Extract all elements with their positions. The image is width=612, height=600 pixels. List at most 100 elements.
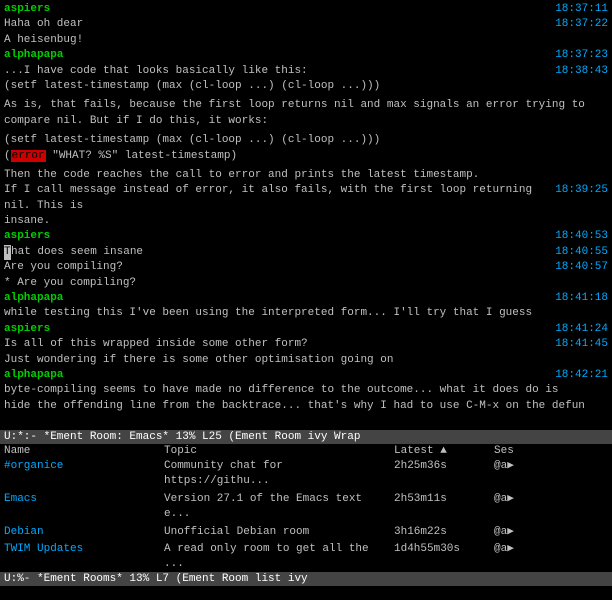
cursor: T [4, 245, 11, 260]
chat-line: 18:37:11 aspiers [4, 2, 608, 17]
room-latest: 1d4h55m30s [394, 542, 494, 572]
chat-line: 18:42:21 alphapapa [4, 368, 608, 383]
author-name: aspiers [4, 230, 50, 242]
chat-line: 18:37:23 alphapapa [4, 48, 608, 63]
chat-text: That does seem insane [4, 246, 143, 258]
chat-line: while testing this I've been using the i… [4, 306, 608, 321]
room-name-link[interactable]: Emacs [4, 493, 37, 505]
timestamp: 18:42:21 [555, 368, 608, 383]
chat-line: 18:40:57 Are you compiling? [4, 260, 608, 275]
author-name: alphapapa [4, 369, 63, 381]
author-name: alphapapa [4, 292, 63, 304]
chat-line: 18:41:45 Is all of this wrapped inside s… [4, 337, 608, 352]
chat-line: As is, that fails, because the first loo… [4, 98, 608, 113]
room-name-link[interactable]: #organice [4, 460, 63, 472]
room-session: @a▶ [494, 542, 534, 572]
timestamp: 18:40:53 [555, 229, 608, 244]
room-name-link[interactable]: Debian [4, 526, 44, 538]
header-latest: Latest ▲ [394, 445, 494, 457]
chat-line: (error "WHAT? %S" latest-timestamp) [4, 149, 608, 164]
room-latest: 2h25m36s [394, 459, 494, 490]
room-name-link[interactable]: TWIM Updates [4, 543, 83, 555]
chat-text: Is all of this wrapped inside some other… [4, 338, 308, 350]
chat-status-text: U:*:- *Ement Room: Emacs* 13% L25 (Ement… [4, 431, 360, 443]
code-text: (setf latest-timestamp (max (cl-loop ...… [4, 80, 380, 92]
chat-text: while testing this I've been using the i… [4, 307, 532, 319]
chat-line: hide the offending line from the backtra… [4, 399, 608, 414]
timestamp: 18:38:43 [555, 64, 608, 79]
timestamp: 18:37:23 [555, 48, 608, 63]
header-ses: Ses [494, 445, 534, 457]
chat-line: 18:41:18 alphapapa [4, 291, 608, 306]
chat-text: A heisenbug! [4, 34, 83, 46]
chat-text: Just wondering if there is some other op… [4, 354, 393, 366]
chat-line: Just wondering if there is some other op… [4, 353, 608, 368]
room-topic: Community chat for https://githu... [164, 459, 394, 490]
room-topic: Unofficial Debian room [164, 525, 394, 540]
header-topic: Topic [164, 445, 394, 457]
chat-line: 18:41:24 aspiers [4, 322, 608, 337]
timestamp: 18:37:22 [555, 17, 608, 32]
room-session: @a▶ [494, 492, 534, 523]
timestamp: 18:40:57 [555, 260, 608, 275]
author-name: aspiers [4, 323, 50, 335]
chat-text: If I call message instead of error, it a… [4, 184, 532, 211]
chat-text: Haha oh dear [4, 18, 83, 30]
room-session: @a▶ [494, 459, 534, 490]
room-rows-container: #organice Community chat for https://gith… [0, 458, 612, 572]
room-topic: Version 27.1 of the Emacs text e... [164, 492, 394, 523]
error-keyword: error [11, 150, 46, 162]
room-session: @a▶ [494, 525, 534, 540]
chat-status-bar: U:*:- *Ement Room: Emacs* 13% L25 (Ement… [0, 430, 612, 444]
room-name[interactable]: Emacs [4, 492, 164, 523]
chat-line: 18:37:22 Haha oh dear [4, 17, 608, 32]
chat-line: Then the code reaches the call to error … [4, 168, 608, 183]
chat-line: 18:39:25 If I call message instead of er… [4, 183, 608, 214]
header-name: Name [4, 445, 164, 457]
chat-line: 18:40:55 That does seem insane [4, 245, 608, 260]
chat-text: byte-compiling seems to have made no dif… [4, 384, 559, 396]
timestamp: 18:41:18 [555, 291, 608, 306]
chat-line: A heisenbug! [4, 33, 608, 48]
chat-line: 18:40:53 aspiers [4, 229, 608, 244]
chat-line: byte-compiling seems to have made no dif… [4, 383, 608, 398]
room-list-row[interactable]: Debian Unofficial Debian room3h16m22s@a▶ [0, 524, 612, 541]
chat-text: Then the code reaches the call to error … [4, 169, 479, 181]
room-latest: 2h53m11s [394, 492, 494, 523]
code-text: (error "WHAT? %S" latest-timestamp) [4, 150, 237, 162]
timestamp: 18:37:11 [555, 2, 608, 17]
code-text: (setf latest-timestamp (max (cl-loop ...… [4, 134, 380, 146]
chat-line: compare nil. But if I do this, it works: [4, 114, 608, 129]
chat-text: Are you compiling? [4, 261, 123, 273]
room-name[interactable]: Debian [4, 525, 164, 540]
timestamp: 18:41:45 [555, 337, 608, 352]
author-name: alphapapa [4, 49, 63, 61]
chat-line: insane. [4, 214, 608, 229]
chat-text: hide the offending line from the backtra… [4, 400, 585, 412]
room-list-area: Name Topic Latest ▲ Ses #organice Communi… [0, 444, 612, 572]
chat-text: ...I have code that looks basically like… [4, 65, 308, 77]
chat-text: * Are you compiling? [4, 277, 136, 289]
author-name: aspiers [4, 3, 50, 15]
timestamp: 18:40:55 [555, 245, 608, 260]
room-list-row[interactable]: #organice Community chat for https://gith… [0, 458, 612, 491]
chat-line: (setf latest-timestamp (max (cl-loop ...… [4, 133, 608, 148]
room-list-row[interactable]: TWIM Updates A read only room to get all … [0, 541, 612, 572]
chat-text: insane. [4, 215, 50, 227]
chat-text: compare nil. But if I do this, it works: [4, 115, 268, 127]
timestamp: 18:39:25 [555, 183, 608, 198]
chat-area: 18:37:11 aspiers 18:37:22 Haha oh dear A… [0, 0, 612, 430]
chat-line: * Are you compiling? [4, 276, 608, 291]
room-name[interactable]: #organice [4, 459, 164, 490]
timestamp: 18:41:24 [555, 322, 608, 337]
chat-text: As is, that fails, because the first loo… [4, 99, 585, 111]
room-latest: 3h16m22s [394, 525, 494, 540]
rooms-status-bar: U:%- *Ement Rooms* 13% L7 (Ement Room li… [0, 572, 612, 586]
room-list-header: Name Topic Latest ▲ Ses [0, 444, 612, 458]
room-name[interactable]: TWIM Updates [4, 542, 164, 572]
chat-line: 18:38:43 ...I have code that looks basic… [4, 64, 608, 79]
room-list-row[interactable]: Emacs Version 27.1 of the Emacs text e...… [0, 491, 612, 524]
chat-line: (setf latest-timestamp (max (cl-loop ...… [4, 79, 608, 94]
room-topic: A read only room to get all the ... [164, 542, 394, 572]
rooms-status-text: U:%- *Ement Rooms* 13% L7 (Ement Room li… [4, 573, 308, 585]
